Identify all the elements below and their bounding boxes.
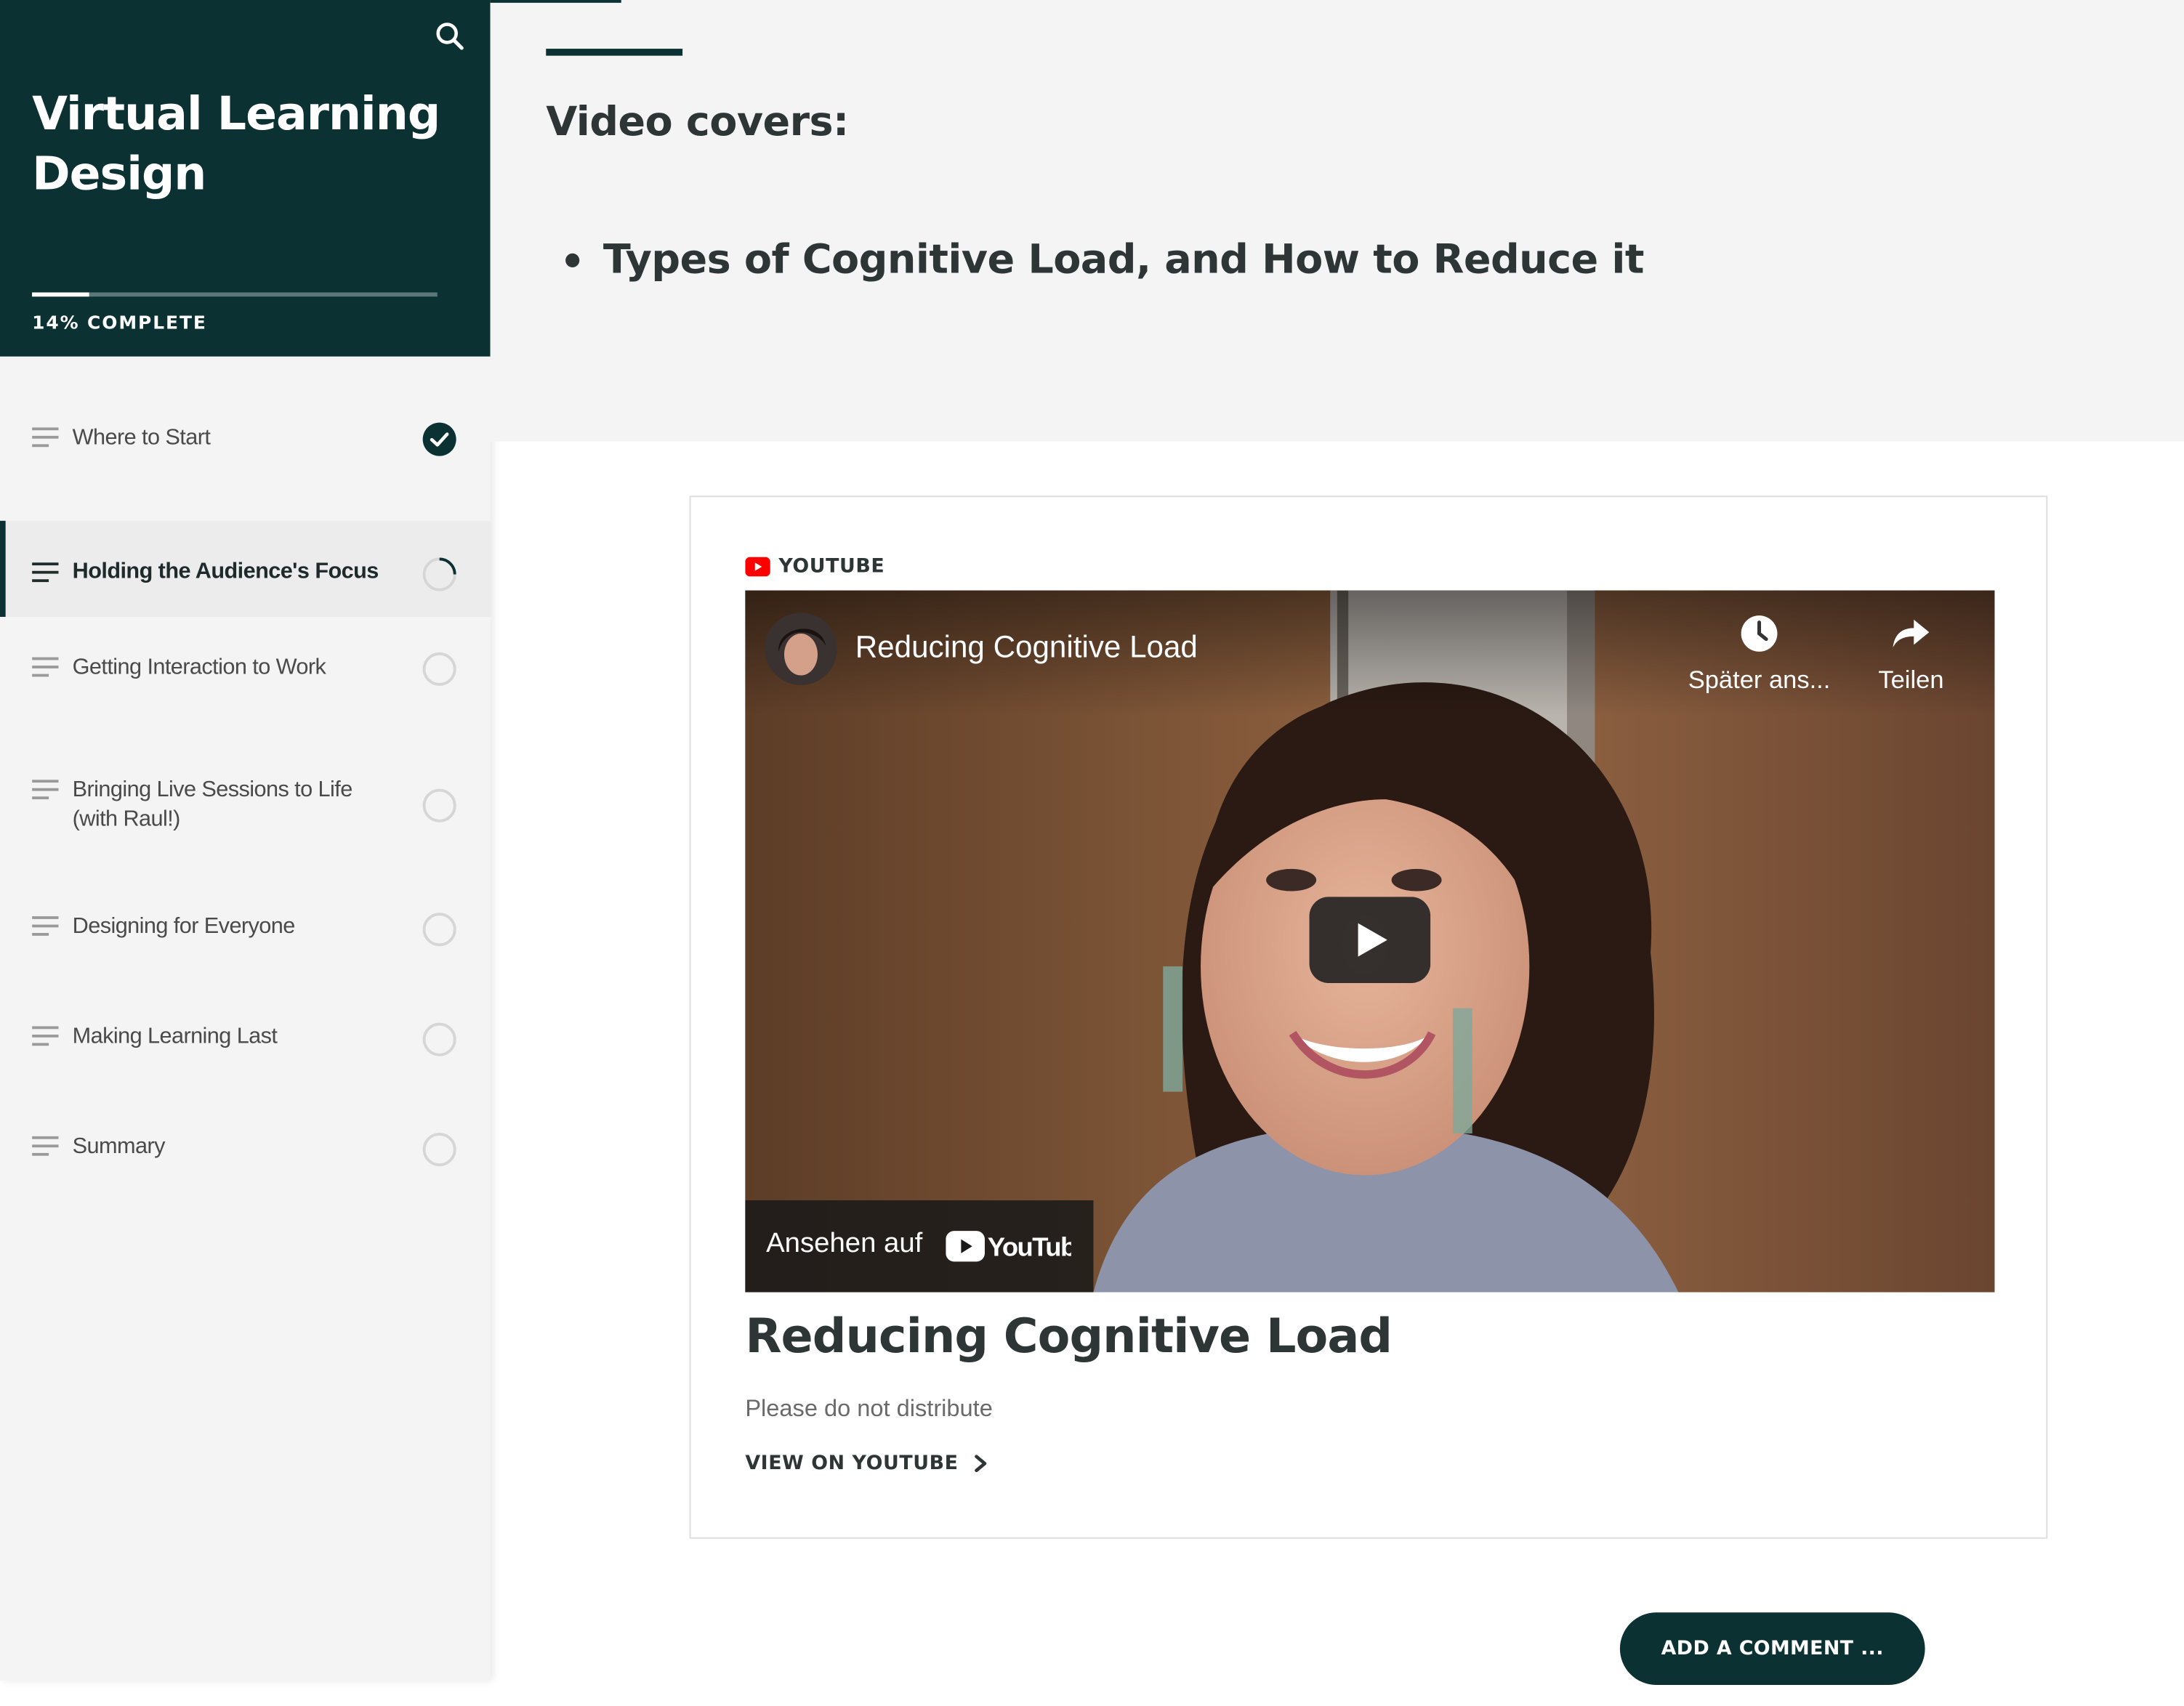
youtube-logo-icon: YouTube	[946, 1231, 1071, 1262]
add-comment-button[interactable]: ADD A COMMENT ...	[1619, 1612, 1925, 1685]
lesson-label: Summary	[72, 1134, 166, 1159]
clock-icon	[1741, 615, 1778, 652]
section-heading: Video covers:	[546, 97, 849, 145]
course-progress-label: 14% COMPLETE	[32, 313, 207, 334]
in-progress-icon	[422, 557, 456, 591]
share-label: Teilen	[1878, 666, 1944, 694]
heading-accent-bar	[546, 49, 683, 56]
embed-title: Reducing Cognitive Load	[745, 1309, 1393, 1365]
search-icon[interactable]	[433, 20, 467, 53]
lesson-label: Holding the Audience's Focus	[72, 559, 379, 584]
lesson-text-icon	[32, 780, 59, 800]
not-started-icon	[422, 913, 456, 947]
channel-avatar[interactable]	[765, 613, 837, 685]
lesson-text-icon	[32, 916, 59, 936]
lesson-item-bringing-live-sessions[interactable]: Bringing Live Sessions to Life (with Rau…	[0, 740, 491, 862]
watch-later-label: Später ans...	[1688, 666, 1831, 694]
lesson-item-designing-for-everyone[interactable]: Designing for Everyone	[0, 862, 491, 971]
not-started-icon	[422, 1022, 456, 1056]
svg-text:YouTube: YouTube	[988, 1232, 1071, 1262]
lesson-item-making-learning-last[interactable]: Making Learning Last	[0, 972, 491, 1082]
lesson-label: Where to Start	[72, 426, 211, 450]
lesson-label: Bringing Live Sessions to Life (with Rau…	[72, 778, 353, 832]
share-arrow-icon	[1893, 619, 1930, 648]
lesson-text-icon	[32, 657, 59, 677]
course-progress-fill	[32, 292, 89, 297]
lesson-text-icon	[32, 1026, 59, 1046]
list-item: Types of Cognitive Load, and How to Redu…	[546, 231, 1644, 287]
share-button[interactable]: Teilen	[1860, 613, 1963, 710]
lesson-item-getting-interaction[interactable]: Getting Interaction to Work	[0, 617, 491, 740]
watch-later-button[interactable]: Später ans...	[1676, 613, 1843, 710]
covers-list: Types of Cognitive Load, and How to Redu…	[546, 231, 1644, 287]
top-accent-line	[490, 0, 621, 3]
lesson-item-summary[interactable]: Summary	[0, 1082, 491, 1192]
sidebar-header: Virtual Learning Design 14% COMPLETE	[0, 0, 491, 357]
watch-on-label: Ansehen auf	[766, 1228, 923, 1259]
lesson-label: Getting Interaction to Work	[72, 655, 326, 680]
page: Virtual Learning Design 14% COMPLETE Whe…	[0, 0, 2184, 1706]
video-title[interactable]: Reducing Cognitive Load	[855, 629, 1198, 666]
youtube-video-player[interactable]: Reducing Cognitive Load Später ans... Te…	[745, 590, 1995, 1293]
lesson-list: Where to Start Holding the Audience's Fo…	[0, 357, 491, 1192]
lesson-label: Designing for Everyone	[72, 915, 296, 939]
course-sidebar: Virtual Learning Design 14% COMPLETE Whe…	[0, 0, 491, 1681]
not-started-icon	[422, 1133, 456, 1167]
lesson-text-icon	[32, 1136, 59, 1156]
lesson-text-icon	[32, 562, 59, 583]
provider-label: YOUTUBE	[778, 555, 885, 578]
view-on-youtube-link[interactable]: VIEW ON YOUTUBE	[745, 1450, 989, 1477]
watch-on-youtube-link[interactable]: Ansehen auf YouTube	[745, 1200, 1094, 1293]
view-on-youtube-label: VIEW ON YOUTUBE	[745, 1452, 959, 1475]
list-item-text: Types of Cognitive Load, and How to Redu…	[603, 235, 1645, 283]
not-started-icon	[422, 788, 456, 822]
play-button-icon[interactable]	[1309, 897, 1431, 984]
lesson-label: Making Learning Last	[72, 1024, 278, 1049]
course-title[interactable]: Virtual Learning Design	[32, 84, 464, 203]
lesson-text-icon	[32, 427, 59, 448]
youtube-icon	[745, 557, 770, 577]
lesson-item-where-to-start[interactable]: Where to Start	[0, 357, 491, 521]
course-progress-bar	[32, 292, 438, 297]
embed-description: Please do not distribute	[745, 1395, 993, 1422]
not-started-icon	[422, 652, 456, 686]
chevron-right-icon	[975, 1454, 988, 1472]
bullet-dot	[565, 253, 580, 267]
lesson-content-header	[490, 0, 2184, 442]
lesson-item-holding-audience-focus[interactable]: Holding the Audience's Focus	[0, 520, 491, 618]
check-complete-icon	[422, 422, 456, 456]
